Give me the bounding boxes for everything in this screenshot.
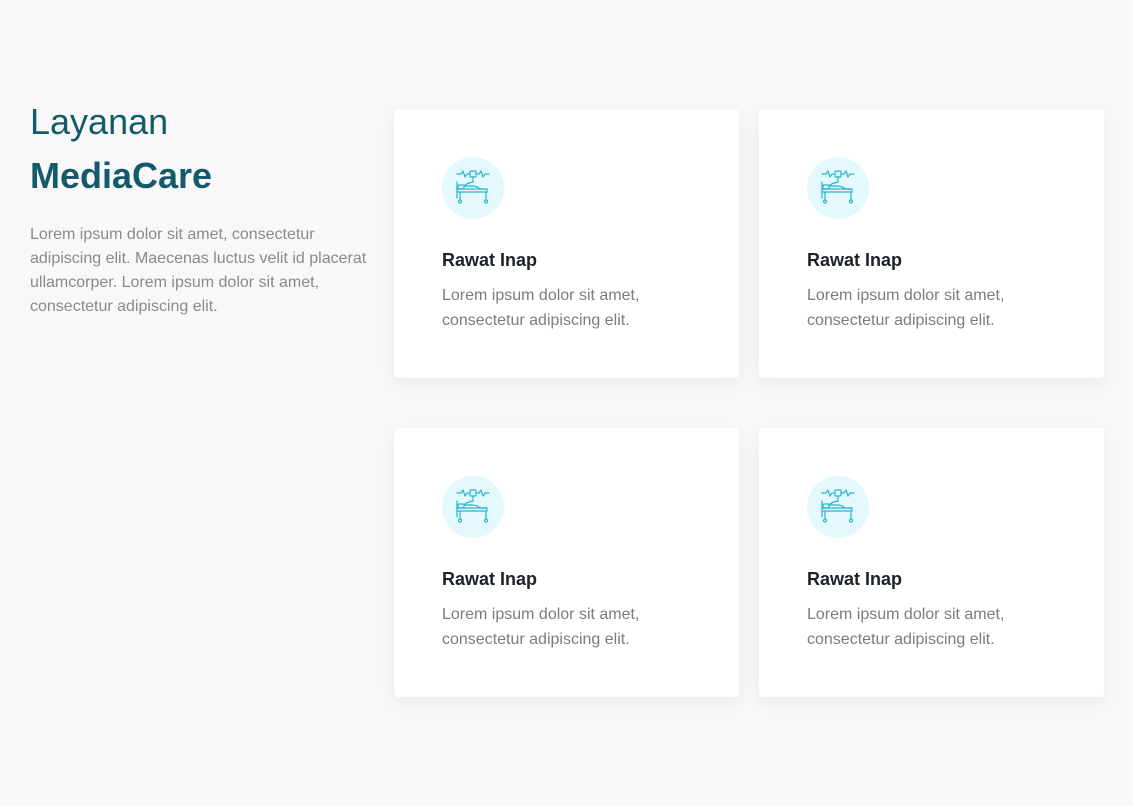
service-title: Rawat Inap <box>807 569 903 589</box>
services-section: Layanan MediaCare Lorem ipsum dolor sit … <box>0 0 1133 806</box>
service-description: Lorem ipsum dolor sit amet, consectetur … <box>442 287 640 329</box>
service-card[interactable]: Rawat Inap Lorem ipsum dolor sit amet, c… <box>394 428 739 697</box>
service-description: Lorem ipsum dolor sit amet, consectetur … <box>807 606 1005 648</box>
service-title: Rawat Inap <box>442 569 538 589</box>
section-title: Layanan <box>30 101 169 142</box>
service-description: Lorem ipsum dolor sit amet, consectetur … <box>807 287 1005 329</box>
hospital-bed-icon <box>442 157 504 219</box>
section-description: Lorem ipsum dolor sit amet, consectetur … <box>30 226 367 315</box>
service-title: Rawat Inap <box>807 250 903 270</box>
service-card[interactable]: Rawat Inap Lorem ipsum dolor sit amet, c… <box>394 109 739 378</box>
service-card[interactable]: Rawat Inap Lorem ipsum dolor sit amet, c… <box>759 109 1104 378</box>
service-title: Rawat Inap <box>442 250 538 270</box>
service-description: Lorem ipsum dolor sit amet, consectetur … <box>442 606 640 648</box>
services-intro: Layanan MediaCare Lorem ipsum dolor sit … <box>30 100 375 319</box>
brand-name: MediaCare <box>30 155 213 196</box>
service-card[interactable]: Rawat Inap Lorem ipsum dolor sit amet, c… <box>759 428 1104 697</box>
hospital-bed-icon <box>807 476 869 538</box>
hospital-bed-icon <box>807 157 869 219</box>
hospital-bed-icon <box>442 476 504 538</box>
